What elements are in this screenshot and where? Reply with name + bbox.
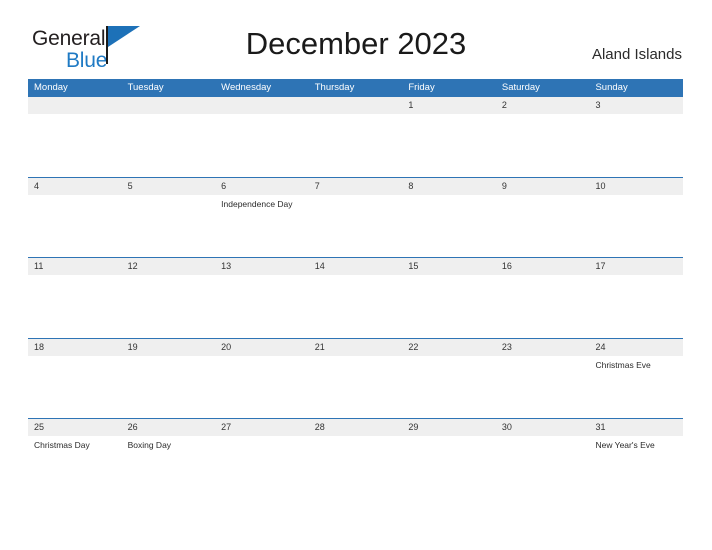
day-number[interactable]: 21 <box>309 339 403 356</box>
day-event <box>122 114 216 117</box>
day-number[interactable]: 10 <box>589 178 683 195</box>
day-number[interactable] <box>309 97 403 114</box>
week-row: 1 2 3 <box>28 96 683 177</box>
day-number[interactable]: 22 <box>402 339 496 356</box>
day-event <box>402 114 496 117</box>
day-number[interactable]: 9 <box>496 178 590 195</box>
day-number[interactable]: 12 <box>122 258 216 275</box>
weekday-monday: Monday <box>34 82 68 93</box>
day-number[interactable]: 17 <box>589 258 683 275</box>
day-event <box>122 195 216 210</box>
day-number[interactable]: 19 <box>122 339 216 356</box>
day-event <box>309 356 403 371</box>
day-event: Christmas Eve <box>595 359 651 370</box>
weekday-wednesday: Wednesday <box>221 82 272 93</box>
day-number[interactable]: 26 <box>122 419 216 436</box>
day-number[interactable] <box>122 97 216 114</box>
day-number[interactable]: 13 <box>215 258 309 275</box>
day-event <box>402 356 496 371</box>
day-event <box>589 275 683 278</box>
week-row: 11 12 13 14 15 16 17 <box>28 257 683 338</box>
day-event-band: Christmas Eve <box>28 355 683 371</box>
weekday-thursday: Thursday <box>314 82 355 93</box>
day-event <box>309 436 403 451</box>
day-number[interactable]: 29 <box>402 419 496 436</box>
day-event <box>402 436 496 451</box>
day-event <box>28 195 122 210</box>
day-event <box>215 356 309 371</box>
day-number-band: 1 2 3 <box>28 97 683 114</box>
page-header: General Blue December 2023 Aland Islands <box>0 0 712 71</box>
day-number[interactable]: 30 <box>496 419 590 436</box>
day-number[interactable]: 2 <box>496 97 590 114</box>
weekday-friday: Friday <box>408 82 435 93</box>
region-label: Aland Islands <box>591 46 682 63</box>
day-number[interactable]: 1 <box>402 97 496 114</box>
day-number[interactable]: 4 <box>28 178 122 195</box>
weekday-header-row: Monday Tuesday Wednesday Thursday Friday… <box>28 79 683 96</box>
day-event-band <box>28 114 683 117</box>
day-number[interactable]: 28 <box>309 419 403 436</box>
day-event <box>122 275 216 278</box>
day-event <box>215 114 309 117</box>
day-number-band: 4 5 6 7 8 9 10 <box>28 177 683 195</box>
day-number[interactable]: 31 <box>589 419 683 436</box>
day-event <box>309 114 403 117</box>
day-event-band: Independence Day <box>28 194 683 210</box>
day-event-band <box>28 275 683 278</box>
weekday-tuesday: Tuesday <box>127 82 164 93</box>
day-number[interactable]: 24 <box>589 339 683 356</box>
day-event <box>122 356 216 371</box>
day-event <box>309 195 403 210</box>
calendar-page: General Blue December 2023 Aland Islands… <box>0 0 712 550</box>
day-event: Independence Day <box>221 198 293 209</box>
day-number[interactable]: 7 <box>309 178 403 195</box>
day-number[interactable]: 11 <box>28 258 122 275</box>
week-row: 4 5 6 7 8 9 10 Independence Day <box>28 176 683 258</box>
day-event <box>496 356 590 371</box>
calendar-grid: Monday Tuesday Wednesday Thursday Friday… <box>28 79 683 499</box>
day-event <box>402 275 496 278</box>
day-number[interactable]: 27 <box>215 419 309 436</box>
day-event <box>215 436 309 451</box>
day-number[interactable]: 23 <box>496 339 590 356</box>
day-number[interactable]: 20 <box>215 339 309 356</box>
day-number[interactable]: 15 <box>402 258 496 275</box>
day-event <box>28 356 122 371</box>
day-event <box>589 114 683 117</box>
day-number[interactable] <box>28 97 122 114</box>
day-number[interactable]: 16 <box>496 258 590 275</box>
day-number[interactable]: 8 <box>402 178 496 195</box>
weekday-saturday: Saturday <box>501 82 540 93</box>
day-number-band: 11 12 13 14 15 16 17 <box>28 258 683 275</box>
day-number[interactable] <box>215 97 309 114</box>
day-number-band: 18 19 20 21 22 23 24 <box>28 338 683 356</box>
day-event <box>496 114 590 117</box>
day-event <box>309 275 403 278</box>
day-event <box>402 195 496 210</box>
day-event <box>496 275 590 278</box>
day-event-band: Christmas Day Boxing Day New Year's Eve <box>28 436 683 451</box>
day-number[interactable]: 18 <box>28 339 122 356</box>
weekday-sunday: Sunday <box>595 82 628 93</box>
day-event <box>589 195 683 210</box>
day-event <box>496 195 590 210</box>
day-event: New Year's Eve <box>595 440 655 450</box>
day-number[interactable]: 3 <box>589 97 683 114</box>
day-event <box>496 436 590 451</box>
week-row: 25 26 27 28 29 30 31 Christmas Day Boxin… <box>28 418 683 499</box>
day-event <box>28 114 122 117</box>
day-number[interactable]: 5 <box>122 178 216 195</box>
day-number[interactable]: 25 <box>28 419 122 436</box>
day-number-band: 25 26 27 28 29 30 31 <box>28 419 683 436</box>
day-number[interactable]: 14 <box>309 258 403 275</box>
day-event: Christmas Day <box>34 440 90 450</box>
week-row: 18 19 20 21 22 23 24 Christmas Eve <box>28 337 683 419</box>
day-event <box>215 275 309 278</box>
day-event <box>28 275 122 278</box>
day-number[interactable]: 6 <box>215 178 309 195</box>
day-event: Boxing Day <box>127 440 172 450</box>
